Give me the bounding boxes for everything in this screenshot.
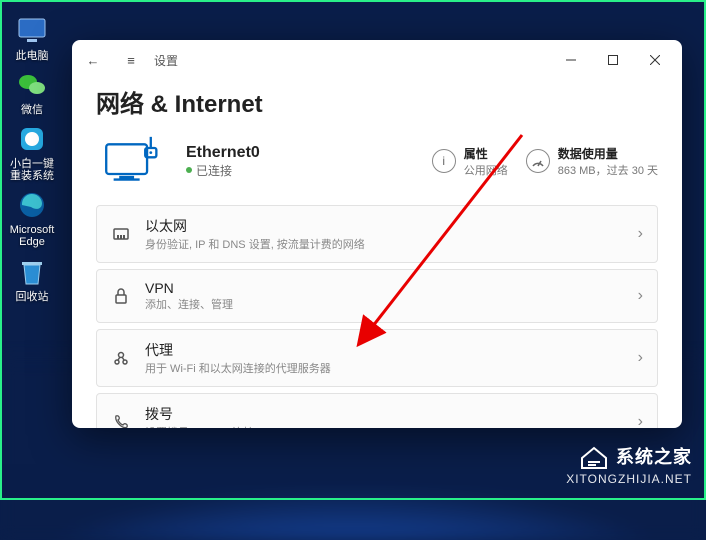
proxy-icon	[111, 348, 131, 368]
item-ethernet[interactable]: 以太网身份验证, IP 和 DNS 设置, 按流量计费的网络 ›	[96, 205, 658, 263]
status-dot-icon	[186, 167, 192, 173]
connection-status-text: 已连接	[196, 162, 232, 179]
item-dialup[interactable]: 拨号设置拨号 Internet 连接 ›	[96, 393, 658, 428]
titlebar: ← ≡ 设置	[72, 40, 682, 80]
settings-items: 以太网身份验证, IP 和 DNS 设置, 按流量计费的网络 › VPN添加、连…	[96, 205, 658, 428]
item-title: 以太网	[145, 216, 365, 236]
gauge-icon	[526, 149, 550, 173]
watermark-title: 系统之家	[616, 443, 692, 469]
watermark: 系统之家 XITONGZHIJIA.NET	[566, 442, 692, 486]
watermark-url: XITONGZHIJIA.NET	[566, 472, 692, 486]
chevron-right-icon: ›	[638, 287, 643, 305]
settings-window: ← ≡ 设置 网络 & Internet Ethernet0	[72, 40, 682, 428]
item-sub: 用于 Wi-Fi 和以太网连接的代理服务器	[145, 360, 331, 376]
chevron-right-icon: ›	[638, 225, 643, 243]
desktop-icon-label: 回收站	[16, 291, 49, 303]
desktop-icon-xiaobai[interactable]: 小白一键重装系统	[6, 122, 58, 182]
connection-name: Ethernet0	[186, 144, 260, 162]
ethernet-icon	[111, 224, 131, 244]
chevron-right-icon: ›	[638, 349, 643, 367]
desktop-icon-label: 微信	[21, 104, 43, 116]
page-title: 网络 & Internet	[96, 84, 658, 119]
settings-content: 网络 & Internet Ethernet0 已连接 i	[72, 80, 682, 428]
edge-icon	[15, 188, 49, 222]
item-sub: 添加、连接、管理	[145, 296, 233, 312]
desktop-icon-label: Microsoft Edge	[6, 224, 58, 248]
menu-icon: ≡	[127, 53, 135, 68]
properties-title: 属性	[464, 145, 508, 162]
recycle-bin-icon	[15, 255, 49, 289]
xiaobai-icon	[15, 122, 49, 156]
desktop-icon-this-pc[interactable]: 此电脑	[6, 14, 58, 62]
desktop-icon-wechat[interactable]: 微信	[6, 68, 58, 116]
desktop-icons-column: 此电脑 微信 小白一键重装系统 Microsoft Edge 回收站	[6, 14, 58, 303]
usage-sub: 863 MB，过去 30 天	[558, 162, 658, 178]
item-title: 拨号	[145, 404, 254, 424]
network-pc-icon	[102, 135, 168, 187]
usage-title: 数据使用量	[558, 145, 658, 162]
window-controls	[550, 46, 676, 74]
data-usage-button[interactable]: 数据使用量 863 MB，过去 30 天	[526, 145, 658, 178]
close-button[interactable]	[634, 46, 676, 74]
watermark-logo-icon	[578, 442, 610, 470]
maximize-button[interactable]	[592, 46, 634, 74]
computer-icon	[15, 14, 49, 48]
chevron-right-icon: ›	[638, 413, 643, 428]
phone-icon	[111, 412, 131, 428]
item-sub: 设置拨号 Internet 连接	[145, 424, 254, 428]
back-button[interactable]: ←	[78, 46, 108, 74]
window-title: 设置	[154, 52, 178, 69]
desktop-icon-edge[interactable]: Microsoft Edge	[6, 188, 58, 248]
network-summary: Ethernet0 已连接 i 属性 公用网络 数据使用量	[96, 135, 658, 187]
item-sub: 身份验证, IP 和 DNS 设置, 按流量计费的网络	[145, 236, 365, 252]
item-title: VPN	[145, 280, 233, 296]
connection-status: 已连接	[186, 162, 260, 179]
info-icon: i	[432, 149, 456, 173]
desktop-icon-recycle[interactable]: 回收站	[6, 255, 58, 303]
menu-button[interactable]: ≡	[116, 46, 146, 74]
desktop-icon-label: 此电脑	[16, 50, 49, 62]
item-proxy[interactable]: 代理用于 Wi-Fi 和以太网连接的代理服务器 ›	[96, 329, 658, 387]
properties-sub: 公用网络	[464, 162, 508, 178]
wechat-icon	[15, 68, 49, 102]
connection-info: Ethernet0 已连接	[186, 144, 260, 179]
back-icon: ←	[87, 53, 100, 68]
lock-icon	[111, 286, 131, 306]
minimize-button[interactable]	[550, 46, 592, 74]
desktop-icon-label: 小白一键重装系统	[6, 158, 58, 182]
properties-button[interactable]: i 属性 公用网络	[432, 145, 508, 178]
item-title: 代理	[145, 340, 331, 360]
item-vpn[interactable]: VPN添加、连接、管理 ›	[96, 269, 658, 323]
